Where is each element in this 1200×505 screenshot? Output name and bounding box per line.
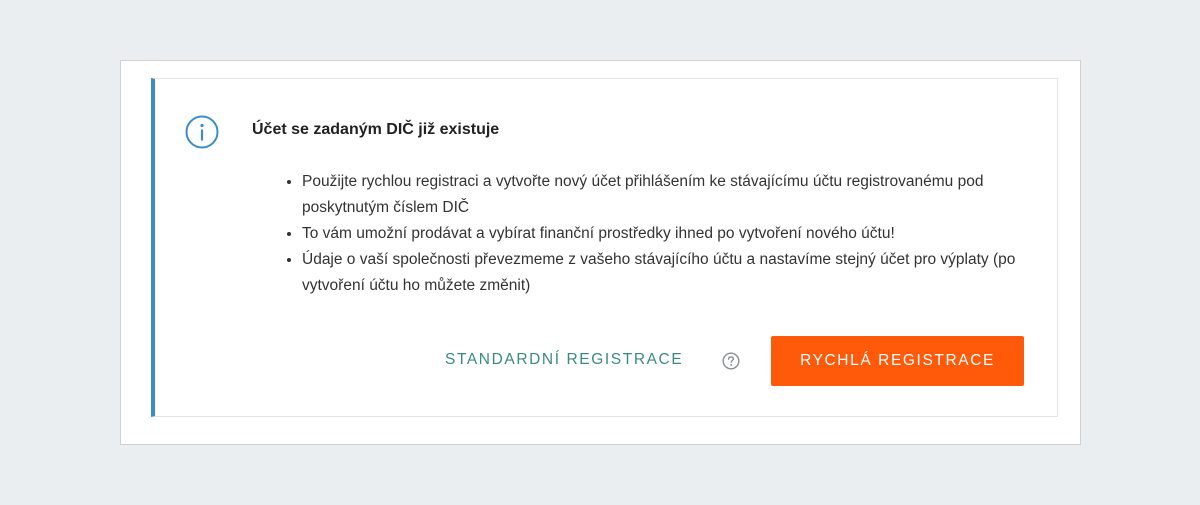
question-circle-icon[interactable] [722,352,740,370]
alert-title: Účet se zadaným DIČ již existuje [252,121,500,138]
list-item: Údaje o vaší společnosti převezmeme z va… [302,247,1042,299]
standard-registration-link[interactable]: STANDARDNÍ REGISTRACE [445,351,683,369]
fast-registration-button[interactable]: RYCHLÁ REGISTRACE [771,336,1024,386]
list-item: Použijte rychlou registraci a vytvořte n… [302,169,1042,221]
info-bullet-list: Použijte rychlou registraci a vytvořte n… [281,169,1042,299]
registration-card: Účet se zadaným DIČ již existuje Použijt… [120,60,1081,445]
info-icon [185,115,219,149]
info-alert: Účet se zadaným DIČ již existuje Použijt… [151,78,1058,417]
list-item: To vám umožní prodávat a vybírat finančn… [302,221,1042,247]
